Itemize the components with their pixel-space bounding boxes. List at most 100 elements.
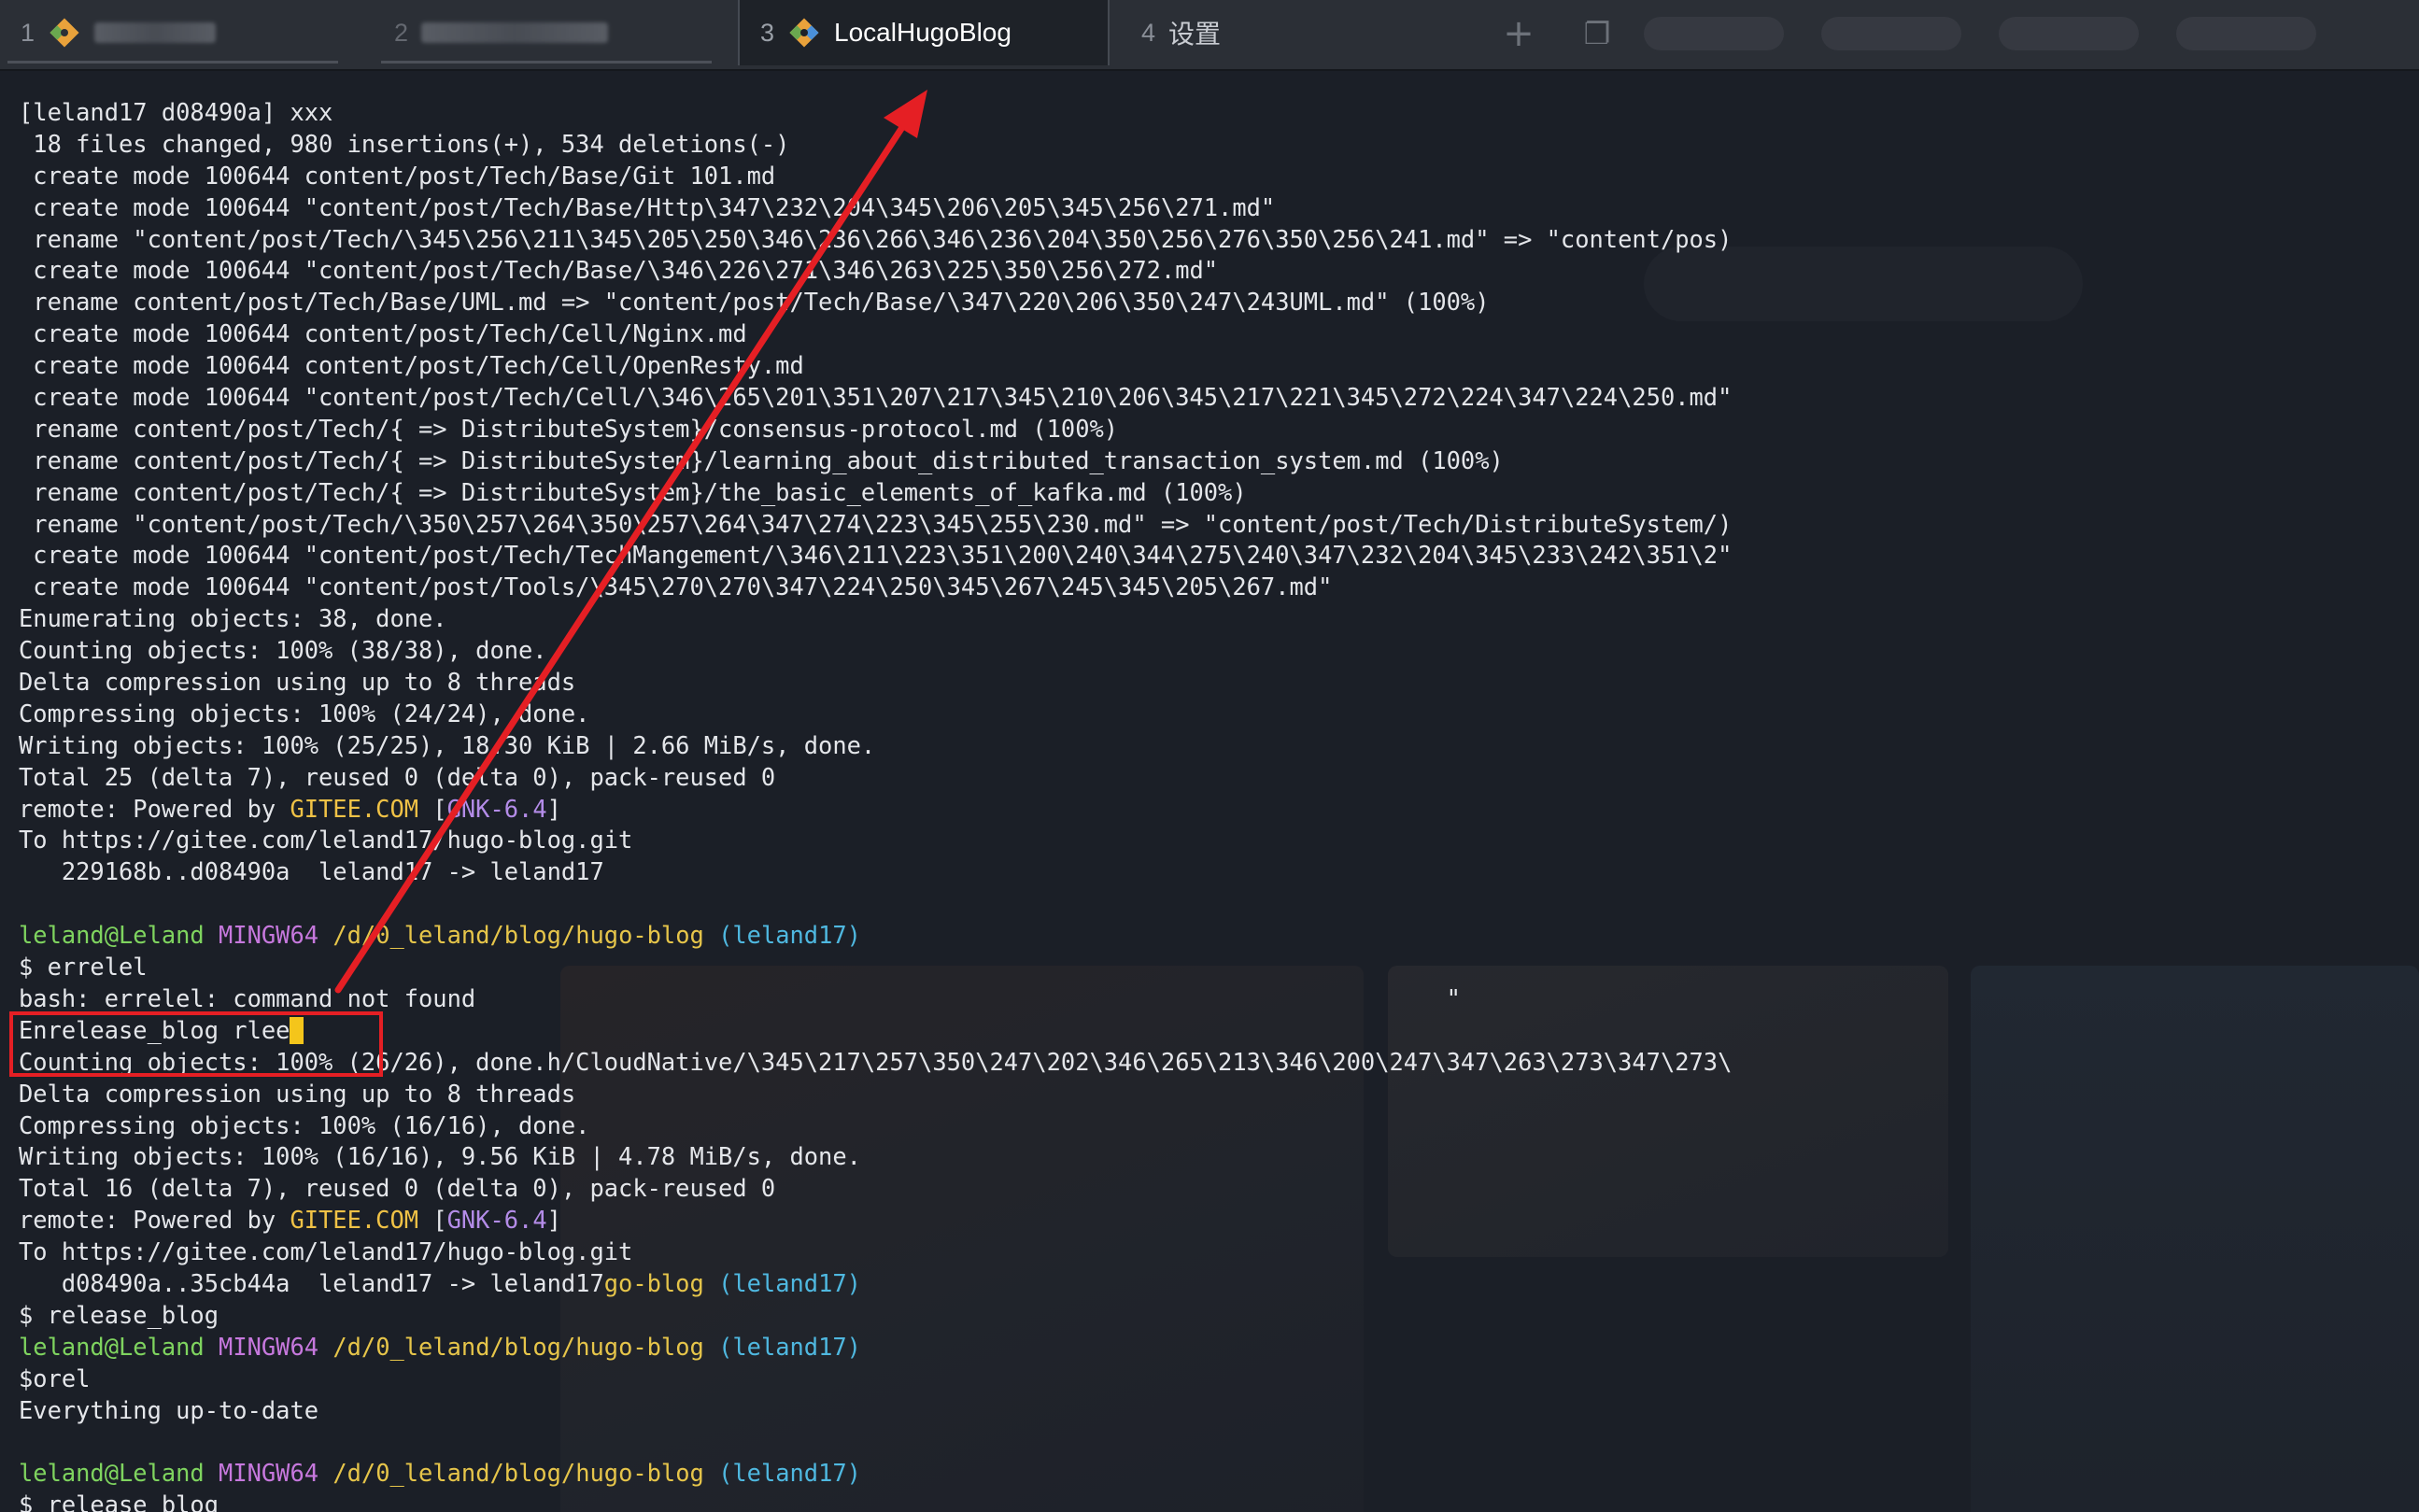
terminal-text: rename content/post/Tech/{ => Distribute… xyxy=(19,477,1247,506)
terminal-text: Total 16 (delta 7), reused 0 (delta 0), … xyxy=(19,1174,776,1203)
terminal-text: Delta compression using up to 8 threads xyxy=(19,1079,576,1108)
terminal-line: create mode 100644 content/post/Tech/Cel… xyxy=(19,350,2419,382)
terminal-text: rename content/post/Tech/Base/UML.md => … xyxy=(19,288,1490,317)
terminal-line: leland@Leland MINGW64 /d/0_leland/blog/h… xyxy=(19,920,2419,952)
terminal-text: ] xyxy=(546,794,561,823)
terminal-line: create mode 100644 "content/post/Tech/Ba… xyxy=(19,192,2419,224)
terminal-text: Enumerating objects: 38, done. xyxy=(19,604,447,633)
terminal-line: leland@Leland MINGW64 /d/0_leland/blog/h… xyxy=(19,1458,2419,1490)
terminal-text-mingw: MINGW64 xyxy=(219,1332,319,1361)
terminal-text: Writing objects: 100% (16/16), 9.56 KiB … xyxy=(19,1142,861,1171)
terminal-text: Delta compression using up to 8 threads xyxy=(19,668,576,697)
git-icon xyxy=(50,18,79,48)
terminal-text-gnk: GNK-6.4 xyxy=(446,794,547,823)
terminal-line: create mode 100644 content/post/Tech/Cel… xyxy=(19,318,2419,350)
terminal-line: rename content/post/Tech/Base/UML.md => … xyxy=(19,287,2419,318)
terminal-text: $orel xyxy=(19,1364,91,1392)
terminal-text: Compressing objects: 100% (16/16), done. xyxy=(19,1110,590,1139)
tab-2[interactable]: 2 xyxy=(374,0,719,65)
terminal-text: create mode 100644 "content/post/Tech/Te… xyxy=(19,541,1733,570)
terminal-text-path: /d/0_leland/blog/hugo-blog xyxy=(332,1459,704,1488)
terminal-line: Compressing objects: 100% (24/24), done. xyxy=(19,699,2419,730)
terminal-line: Total 16 (delta 7), reused 0 (delta 0), … xyxy=(19,1173,2419,1205)
terminal-text: rename content/post/Tech/{ => Distribute… xyxy=(19,414,1119,443)
terminal-text-path: /d/0_leland/blog/hugo-blog xyxy=(332,1332,704,1361)
tab-number: 1 xyxy=(21,18,35,47)
terminal-line: Counting objects: 100% (38/38), done. xyxy=(19,635,2419,667)
terminal-text: ] xyxy=(546,1206,561,1235)
terminal-text: create mode 100644 content/post/Tech/Cel… xyxy=(19,319,747,348)
terminal-line: Delta compression using up to 8 threads xyxy=(19,1079,2419,1110)
terminal-line: [leland17 d08490a] xxx xyxy=(19,97,2419,129)
terminal-line: rename content/post/Tech/{ => Distribute… xyxy=(19,477,2419,509)
terminal-line: To https://gitee.com/leland17/hugo-blog.… xyxy=(19,825,2419,856)
terminal-line: leland@Leland MINGW64 /d/0_leland/blog/h… xyxy=(19,1332,2419,1364)
terminal-text: [leland17 d08490a] xxx xyxy=(19,98,333,126)
terminal-line: 18 files changed, 980 insertions(+), 534… xyxy=(19,129,2419,161)
terminal-text: create mode 100644 "content/post/Tech/Ce… xyxy=(19,383,1733,412)
terminal-text: To https://gitee.com/leland17/hugo-blog.… xyxy=(19,826,633,855)
terminal-text: create mode 100644 "content/post/Tech/Ba… xyxy=(19,256,1219,285)
tab-4[interactable]: 4 设置 xyxy=(1121,0,1476,65)
terminal-text-branch: (leland17) xyxy=(718,1332,861,1361)
terminal-line: $ release_blog xyxy=(19,1300,2419,1332)
terminal-text: rename "content/post/Tech/\345\256\211\3… xyxy=(19,224,1733,253)
git-icon xyxy=(789,18,819,48)
terminal-text: 18 files changed, 980 insertions(+), 534… xyxy=(19,129,790,158)
tab-label: 设置 xyxy=(1168,19,1222,49)
tab-underline xyxy=(381,61,712,64)
terminal-text: Writing objects: 100% (25/25), 18.30 KiB… xyxy=(19,730,876,759)
terminal-text: remote: Powered by xyxy=(19,1206,290,1235)
terminal-line: Writing objects: 100% (16/16), 9.56 KiB … xyxy=(19,1141,2419,1173)
terminal-text: rename content/post/Tech/{ => Distribute… xyxy=(19,445,1504,474)
terminal-text: Counting objects: 100% (38/38), done. xyxy=(19,636,547,665)
terminal-text-gnk: GNK-6.4 xyxy=(446,1206,547,1235)
terminal-line: remote: Powered by GITEE.COM [GNK-6.4] xyxy=(19,794,2419,826)
terminal-line: Total 25 (delta 7), reused 0 (delta 0), … xyxy=(19,762,2419,794)
terminal-text: remote: Powered by xyxy=(19,794,290,823)
terminal-output[interactable]: [leland17 d08490a] xxx 18 files changed,… xyxy=(0,69,2419,1512)
tab-1[interactable]: 1 xyxy=(0,0,346,65)
terminal-line: create mode 100644 "content/post/Tech/Te… xyxy=(19,540,2419,572)
terminal-text-branch: (leland17) xyxy=(718,921,861,950)
terminal-text: Total 25 (delta 7), reused 0 (delta 0), … xyxy=(19,762,776,791)
terminal-line: 229168b..d08490a leland17 -> leland17 xyxy=(19,856,2419,888)
window-icon[interactable]: ❐ xyxy=(1577,13,1618,54)
terminal-line: Enumerating objects: 38, done. xyxy=(19,603,2419,635)
tab-label-blurred xyxy=(421,22,609,43)
terminal-text: [ xyxy=(418,1206,447,1235)
terminal-text-mingw: MINGW64 xyxy=(219,1459,319,1488)
terminal-text-user: leland@Leland xyxy=(19,1459,205,1488)
new-tab-plus-icon[interactable]: + xyxy=(1498,12,1539,55)
terminal-line: Everything up-to-date xyxy=(19,1395,2419,1427)
terminal-line: create mode 100644 "content/post/Tech/Ba… xyxy=(19,255,2419,287)
terminal-text-branch: (leland17) xyxy=(718,1459,861,1488)
terminal-line: d08490a..35cb44a leland17 -> leland17go-… xyxy=(19,1268,2419,1300)
terminal-text: Everything up-to-date xyxy=(19,1395,319,1424)
terminal-text: $ release_blog xyxy=(19,1300,219,1329)
terminal-text: [ xyxy=(418,794,447,823)
terminal-line: Compressing objects: 100% (16/16), done. xyxy=(19,1110,2419,1142)
terminal-line: rename "content/post/Tech/\350\257\264\3… xyxy=(19,509,2419,541)
tab-bar: 1 2 3 LocalHugoBlog 4 设置 + ❐ xyxy=(0,0,2419,71)
terminal-line: rename "content/post/Tech/\345\256\211\3… xyxy=(19,224,2419,256)
annotation-highlight-box xyxy=(9,1011,383,1077)
tab-3-active[interactable]: 3 LocalHugoBlog xyxy=(738,0,1110,65)
terminal-text: rename "content/post/Tech/\350\257\264\3… xyxy=(19,509,1733,538)
terminal-text: create mode 100644 content/post/Tech/Cel… xyxy=(19,351,804,380)
terminal-line: $ errelel xyxy=(19,952,2419,983)
terminal-line: remote: Powered by GITEE.COM [GNK-6.4] xyxy=(19,1205,2419,1236)
terminal-text: 229168b..d08490a leland17 -> leland17 xyxy=(19,857,604,886)
terminal-line: rename content/post/Tech/{ => Distribute… xyxy=(19,445,2419,477)
terminal-text: create mode 100644 content/post/Tech/Bas… xyxy=(19,161,776,190)
terminal-line: create mode 100644 "content/post/Tech/Ce… xyxy=(19,382,2419,414)
terminal-text: create mode 100644 "content/post/Tech/Ba… xyxy=(19,192,1276,221)
